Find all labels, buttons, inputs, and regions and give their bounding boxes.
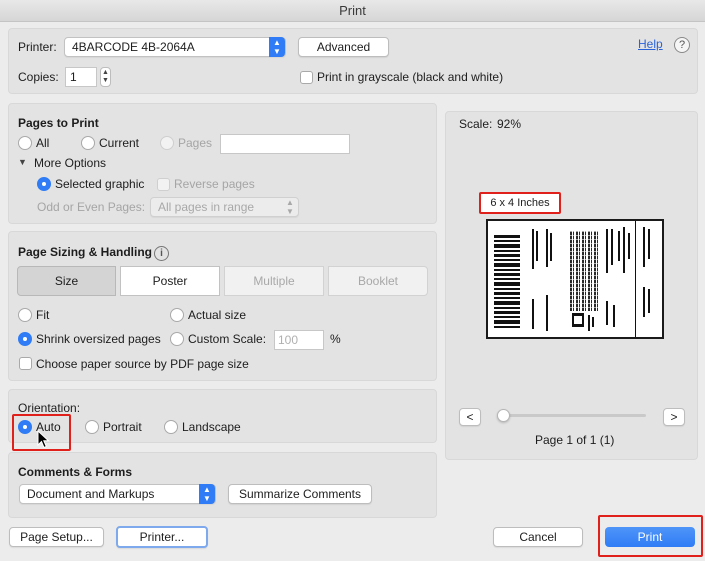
page-slider-track[interactable] bbox=[503, 414, 646, 417]
portrait-label: Portrait bbox=[103, 420, 142, 434]
actual-size-label: Actual size bbox=[188, 308, 247, 322]
comments-forms-select[interactable]: Document and Markups ▲ ▼ bbox=[19, 484, 216, 504]
summarize-comments-button[interactable]: Summarize Comments bbox=[228, 484, 372, 504]
grayscale-checkbox[interactable] bbox=[300, 71, 313, 84]
page-slider-thumb[interactable] bbox=[497, 409, 510, 422]
shrink-oversized-label: Shrink oversized pages bbox=[36, 332, 161, 346]
page-sizing-title: Page Sizing & Handling bbox=[18, 245, 153, 259]
custom-scale-radio[interactable] bbox=[170, 332, 184, 346]
cancel-button[interactable]: Cancel bbox=[493, 527, 583, 547]
mouse-cursor-icon bbox=[37, 430, 50, 449]
odd-even-select[interactable]: All pages in range ▲ ▼ bbox=[150, 197, 299, 217]
custom-scale-input[interactable]: 100 bbox=[274, 330, 324, 350]
selected-graphic-radio[interactable] bbox=[37, 177, 51, 191]
scale-value: 92% bbox=[497, 117, 522, 131]
all-pages-label: All bbox=[36, 136, 50, 150]
percent-label: % bbox=[330, 332, 341, 346]
pages-range-input[interactable] bbox=[220, 134, 350, 154]
paper-size-badge: 6 x 4 Inches bbox=[479, 192, 561, 214]
advanced-button[interactable]: Advanced bbox=[298, 37, 389, 57]
orientation-panel bbox=[8, 389, 437, 443]
copies-stepper[interactable]: ▲ ▼ bbox=[100, 67, 111, 87]
scale-label: Scale: bbox=[459, 117, 493, 131]
shrink-oversized-radio[interactable] bbox=[18, 332, 32, 346]
landscape-radio[interactable] bbox=[164, 420, 178, 434]
orientation-title: Orientation: bbox=[18, 401, 81, 415]
odd-even-select-value: All pages in range bbox=[158, 200, 255, 214]
more-options-label[interactable]: More Options bbox=[34, 156, 106, 170]
prev-page-button[interactable]: < bbox=[459, 408, 481, 426]
reverse-pages-label: Reverse pages bbox=[174, 177, 255, 191]
pages-range-radio[interactable] bbox=[160, 136, 174, 150]
tab-multiple[interactable]: Multiple bbox=[224, 266, 324, 296]
selected-graphic-label: Selected graphic bbox=[55, 177, 145, 191]
disclosure-triangle-icon[interactable]: ▼ bbox=[18, 157, 27, 167]
tab-size[interactable]: Size bbox=[17, 266, 116, 296]
reverse-pages-checkbox[interactable] bbox=[157, 178, 170, 191]
current-page-radio[interactable] bbox=[81, 136, 95, 150]
info-icon[interactable]: i bbox=[154, 246, 169, 261]
portrait-radio[interactable] bbox=[85, 420, 99, 434]
printer-button[interactable]: Printer... bbox=[116, 526, 208, 548]
label-preview bbox=[486, 219, 664, 339]
page-info: Page 1 of 1 (1) bbox=[535, 433, 615, 447]
fit-radio[interactable] bbox=[18, 308, 32, 322]
print-button[interactable]: Print bbox=[605, 527, 695, 547]
odd-even-label: Odd or Even Pages: bbox=[37, 200, 146, 214]
help-icon[interactable]: ? bbox=[674, 37, 690, 53]
popup-chevron-icon: ▲ ▼ bbox=[286, 198, 294, 216]
copies-label: Copies: bbox=[18, 70, 59, 84]
printer-select[interactable]: 4BARCODE 4B-2064A ▲ ▼ bbox=[64, 37, 286, 57]
window-title: Print bbox=[0, 0, 705, 22]
printer-label: Printer: bbox=[18, 40, 57, 54]
custom-scale-label: Custom Scale: bbox=[188, 332, 267, 346]
pages-range-label: Pages bbox=[178, 136, 213, 150]
popup-chevron-icon: ▲ ▼ bbox=[199, 484, 215, 504]
comments-forms-title: Comments & Forms bbox=[18, 465, 133, 479]
printer-select-value: 4BARCODE 4B-2064A bbox=[72, 40, 195, 54]
fit-label: Fit bbox=[36, 308, 50, 322]
help-link[interactable]: Help bbox=[638, 37, 663, 51]
paper-source-checkbox[interactable] bbox=[19, 357, 32, 370]
paper-source-label: Choose paper source by PDF page size bbox=[36, 357, 249, 371]
tab-poster[interactable]: Poster bbox=[120, 266, 220, 296]
landscape-label: Landscape bbox=[182, 420, 241, 434]
tab-booklet[interactable]: Booklet bbox=[328, 266, 428, 296]
current-page-label: Current bbox=[99, 136, 140, 150]
all-pages-radio[interactable] bbox=[18, 136, 32, 150]
next-page-button[interactable]: > bbox=[663, 408, 685, 426]
comments-forms-select-value: Document and Markups bbox=[27, 487, 155, 501]
page-setup-button[interactable]: Page Setup... bbox=[9, 527, 104, 547]
grayscale-label: Print in grayscale (black and white) bbox=[317, 70, 504, 84]
actual-size-radio[interactable] bbox=[170, 308, 184, 322]
auto-orientation-radio[interactable] bbox=[18, 420, 32, 434]
pages-to-print-title: Pages to Print bbox=[18, 116, 99, 130]
popup-chevron-icon: ▲ ▼ bbox=[269, 37, 285, 57]
copies-input[interactable]: 1 bbox=[65, 67, 97, 87]
